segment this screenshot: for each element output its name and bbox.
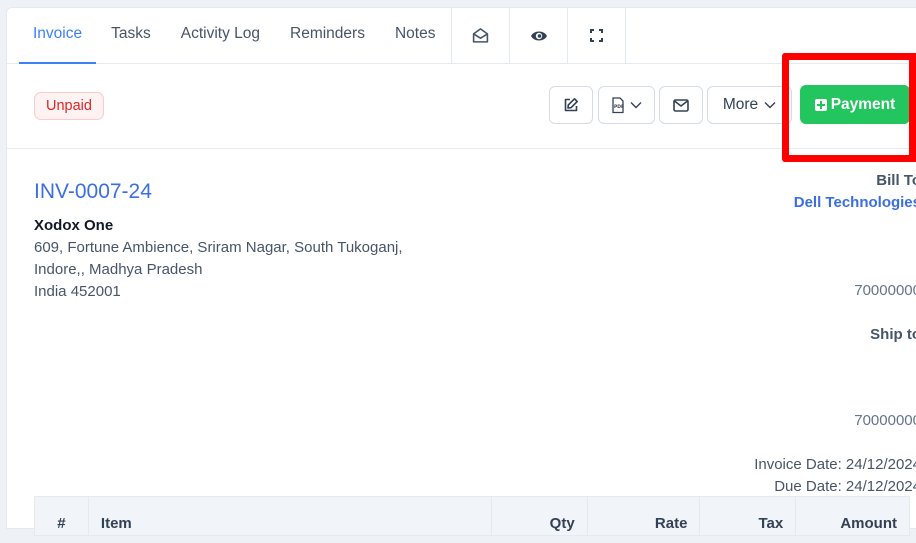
action-bar: Unpaid PDF More Payment — [7, 64, 916, 149]
email-button[interactable] — [659, 86, 703, 124]
add-payment-button[interactable]: Payment — [800, 85, 910, 124]
column-header-item: Item — [89, 497, 492, 535]
company-name: Xodox One — [34, 217, 114, 234]
tab-tasks[interactable]: Tasks — [96, 8, 166, 63]
address-line-1: 609, Fortune Ambience, Sriram Nagar, Sou… — [34, 239, 403, 256]
payment-label: Payment — [830, 95, 896, 113]
svg-text:PDF: PDF — [614, 104, 624, 110]
pdf-icon: PDF — [612, 96, 624, 113]
address-line-3: India 452001 — [34, 283, 121, 300]
fullscreen-icon — [590, 29, 604, 42]
tab-activity-log[interactable]: Activity Log — [166, 8, 275, 63]
edit-icon — [564, 98, 578, 112]
more-dropdown-button[interactable]: More — [707, 86, 792, 124]
status-badge: Unpaid — [34, 92, 104, 120]
bill-to-client-link[interactable]: Dell Technologies — [794, 194, 916, 211]
eye-icon — [530, 31, 547, 40]
chevron-down-icon — [764, 102, 776, 109]
bill-to-phone: 70000000 — [854, 282, 916, 299]
tab-bar: Invoice Tasks Activity Log Reminders Not… — [7, 8, 916, 64]
invoice-date: Invoice Date: 24/12/2024 — [754, 456, 916, 473]
chevron-down-icon — [630, 102, 642, 109]
preview-tab[interactable] — [509, 8, 567, 63]
tab-notes[interactable]: Notes — [380, 8, 452, 63]
ship-to-phone: 70000000 — [854, 412, 916, 429]
column-header-tax: Tax — [700, 497, 797, 535]
tab-reminders[interactable]: Reminders — [275, 8, 380, 63]
fullscreen-tab[interactable] — [567, 8, 627, 63]
envelope-open-tab[interactable] — [451, 8, 509, 63]
tab-invoice[interactable]: Invoice — [19, 8, 97, 64]
bill-to-label: Bill To — [876, 172, 916, 189]
plus-square-icon — [814, 98, 827, 111]
invoice-card: Invoice Tasks Activity Log Reminders Not… — [6, 7, 916, 536]
column-header-number: # — [35, 497, 89, 535]
items-table-header: # Item Qty Rate Tax Amount — [34, 496, 910, 536]
pdf-dropdown-button[interactable]: PDF — [598, 86, 655, 124]
ship-to-label: Ship to — [870, 326, 916, 343]
envelope-open-icon — [473, 28, 489, 43]
more-label: More — [722, 96, 759, 113]
invoice-number[interactable]: INV-0007-24 — [34, 180, 152, 204]
column-header-rate: Rate — [588, 497, 701, 535]
highlight-annotation-edge — [909, 53, 916, 162]
envelope-icon — [673, 98, 689, 112]
column-header-qty: Qty — [492, 497, 588, 535]
edit-button[interactable] — [549, 86, 593, 124]
address-line-2: Indore,, Madhya Pradesh — [34, 261, 203, 278]
column-header-amount: Amount — [840, 515, 897, 532]
due-date: Due Date: 24/12/2024 — [774, 478, 916, 495]
